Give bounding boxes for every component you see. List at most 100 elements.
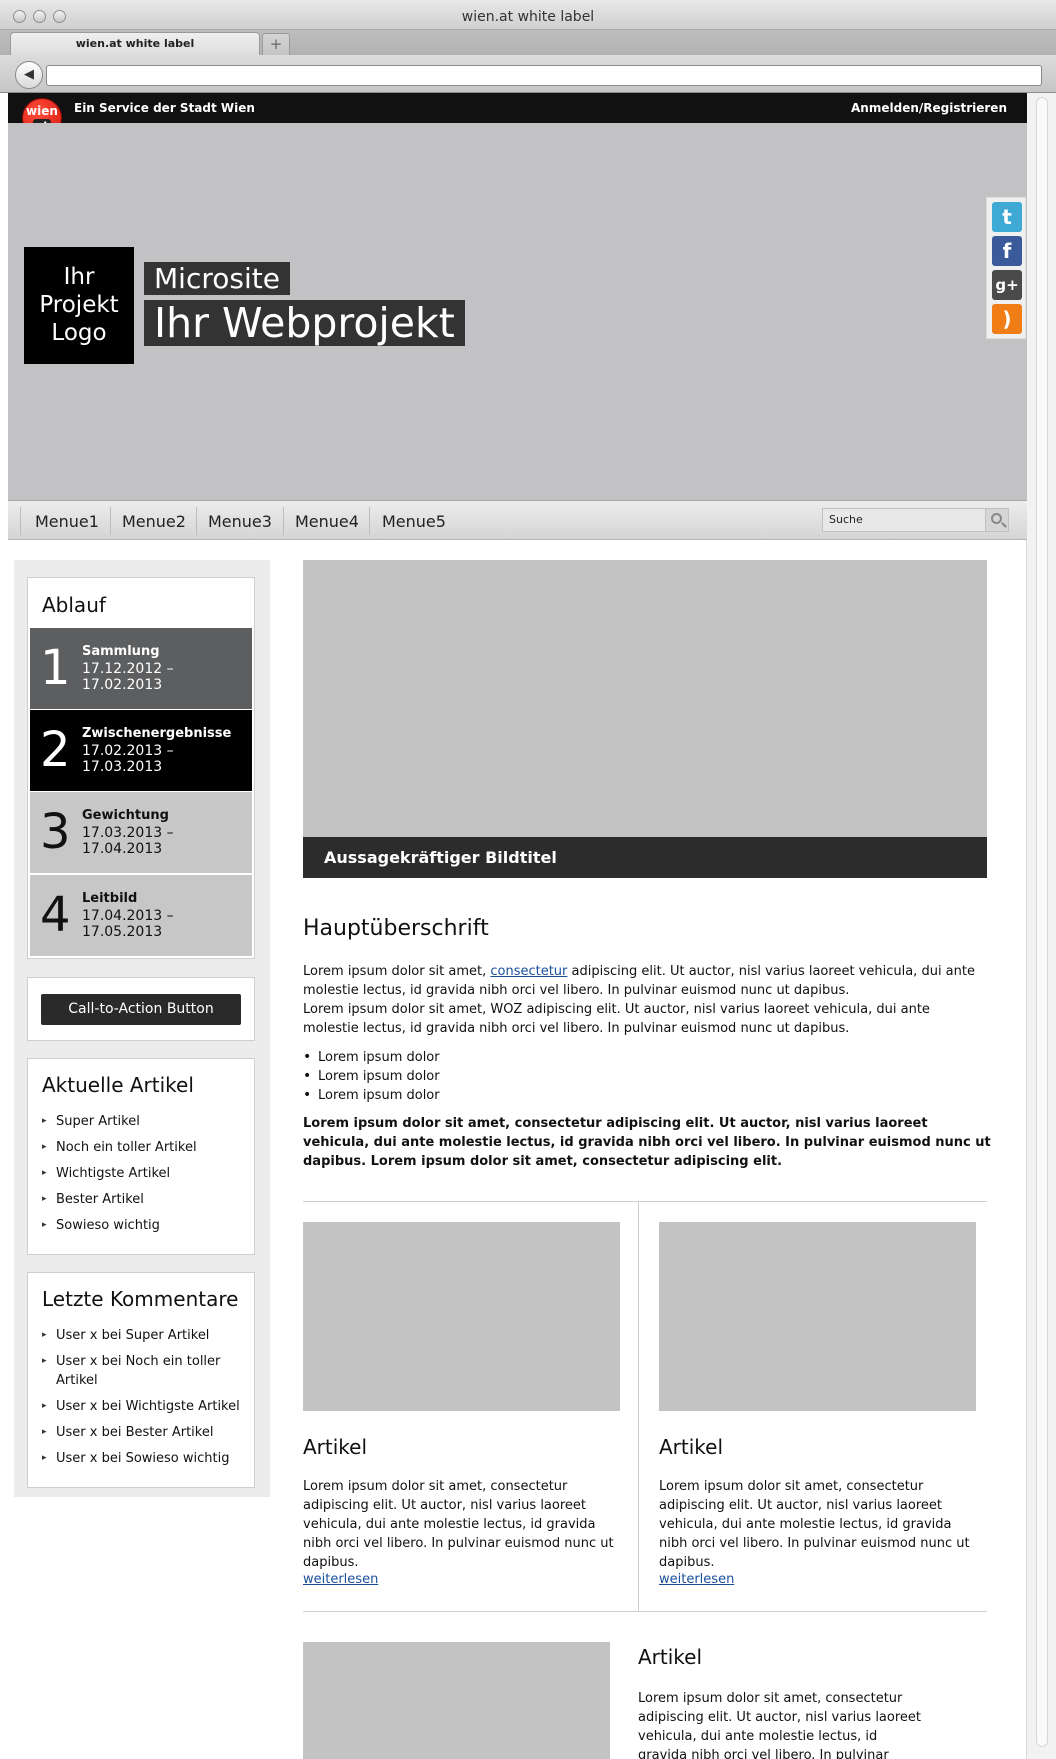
nav-item-menue2[interactable]: Menue2	[122, 512, 186, 531]
step-dates: 17.02.2013 – 17.03.2013	[82, 743, 174, 775]
nav-divider	[110, 507, 111, 535]
step-number: 2	[40, 722, 71, 778]
article-title: Artikel	[659, 1435, 724, 1459]
twitter-icon[interactable]: t	[992, 202, 1022, 232]
inline-link[interactable]: consectetur	[490, 964, 567, 979]
facebook-icon[interactable]: f	[992, 236, 1022, 266]
rss-icon[interactable]: )	[992, 304, 1022, 334]
step-dates: 17.12.2012 – 17.02.2013	[82, 661, 174, 693]
second-paragraph: Lorem ipsum dolor sit amet, WOZ adipisci…	[303, 1002, 930, 1036]
article-title: Artikel	[638, 1645, 703, 1669]
recent-comment-link[interactable]: User x bei Super Artikel	[42, 1326, 242, 1345]
window-title: wien.at white label	[461, 9, 595, 25]
recent-article-link[interactable]: Super Artikel	[42, 1112, 197, 1131]
search-button[interactable]	[985, 508, 1009, 532]
social-bar: t f g+ )	[986, 197, 1026, 339]
header-hero: Ihr Projekt Logo Microsite Ihr Webprojek…	[8, 123, 1027, 500]
site-title: Ihr Webprojekt	[144, 300, 465, 346]
divider	[303, 1611, 987, 1612]
article-image[interactable]	[303, 1222, 620, 1411]
recent-comments-list: User x bei Super Artikel User x bei Noch…	[42, 1326, 242, 1475]
nav-divider	[196, 507, 197, 535]
step-3[interactable]: 3 Gewichtung 17.03.2013 – 17.04.2013	[30, 792, 252, 873]
new-tab-button[interactable]: +	[262, 33, 290, 55]
nav-divider	[20, 507, 21, 535]
recent-article-link[interactable]: Bester Artikel	[42, 1190, 197, 1209]
recent-comment-link[interactable]: User x bei Sowieso wichtig	[42, 1449, 242, 1468]
search-icon-handle	[1001, 522, 1007, 528]
project-logo-line: Projekt	[39, 292, 119, 318]
project-logo-line: Ihr	[63, 264, 95, 290]
nav-item-menue4[interactable]: Menue4	[295, 512, 359, 531]
login-register-link[interactable]: Anmelden/Registrieren	[851, 101, 1007, 115]
article-image[interactable]	[303, 1642, 610, 1759]
step-number: 4	[40, 887, 71, 943]
hero-image[interactable]	[303, 560, 987, 878]
googleplus-icon[interactable]: g+	[992, 270, 1022, 300]
browser-toolbar: ◀	[0, 55, 1056, 93]
divider	[303, 1201, 987, 1202]
site-subtitle: Microsite	[144, 262, 290, 295]
step-dates: 17.04.2013 – 17.05.2013	[82, 908, 174, 940]
step-1[interactable]: 1 Sammlung 17.12.2012 – 17.02.2013	[30, 628, 252, 709]
nav-divider	[283, 507, 284, 535]
nav-divider	[369, 507, 370, 535]
recent-comments-title: Letzte Kommentare	[42, 1287, 239, 1311]
article-text: Lorem ipsum dolor sit amet, consectetur …	[638, 1691, 922, 1759]
recent-article-link[interactable]: Sowieso wichtig	[42, 1216, 197, 1235]
project-logo-line: Logo	[51, 320, 107, 346]
back-button[interactable]: ◀	[15, 61, 43, 89]
article-text: Lorem ipsum dolor sit amet, consectetur …	[659, 1479, 970, 1570]
recent-comment-link[interactable]: User x bei Wichtigste Artikel	[42, 1397, 242, 1416]
step-number: 1	[40, 640, 71, 696]
logo-text-wien: wien	[26, 104, 58, 118]
main-heading: Hauptüberschrift	[303, 916, 489, 941]
call-to-action-button[interactable]: Call-to-Action Button	[41, 994, 241, 1025]
project-logo[interactable]: Ihr Projekt Logo	[24, 247, 134, 364]
article-title: Artikel	[303, 1435, 368, 1459]
bullet-item: Lorem ipsum dolor	[303, 1048, 440, 1067]
recent-comment-link[interactable]: User x bei Noch ein toller Artikel	[42, 1352, 242, 1390]
step-label: Zwischenergebnisse	[82, 726, 232, 741]
step-label: Gewichtung	[82, 808, 169, 823]
search-input[interactable]: Suche	[822, 508, 995, 532]
read-more-link[interactable]: weiterlesen	[303, 1572, 378, 1587]
intro-text: Lorem ipsum dolor sit amet,	[303, 964, 491, 979]
recent-articles-box: Aktuelle Artikel Super Artikel Noch ein …	[27, 1058, 255, 1255]
bold-paragraph: Lorem ipsum dolor sit amet, consectetur …	[303, 1116, 991, 1169]
step-dates: 17.03.2013 – 17.04.2013	[82, 825, 174, 857]
recent-article-link[interactable]: Wichtigste Artikel	[42, 1164, 197, 1183]
recent-articles-list: Super Artikel Noch ein toller Artikel Wi…	[42, 1112, 197, 1242]
browser-tab[interactable]: wien.at white label	[10, 32, 260, 55]
article-text: Lorem ipsum dolor sit amet, consectetur …	[303, 1479, 614, 1570]
bullet-list: Lorem ipsum dolor Lorem ipsum dolor Lore…	[303, 1048, 440, 1105]
step-2[interactable]: 2 Zwischenergebnisse 17.02.2013 – 17.03.…	[30, 710, 252, 791]
intro-paragraph: Lorem ipsum dolor sit amet, consectetur …	[303, 962, 989, 1000]
recent-articles-title: Aktuelle Artikel	[42, 1073, 194, 1097]
bullet-item: Lorem ipsum dolor	[303, 1086, 440, 1105]
tab-bar: wien.at white label +	[0, 30, 1056, 55]
vertical-scrollbar[interactable]	[1026, 93, 1056, 1759]
nav-item-menue1[interactable]: Menue1	[35, 512, 99, 531]
window-titlebar: wien.at white label	[0, 0, 1056, 30]
article-image[interactable]	[659, 1222, 976, 1411]
recent-article-link[interactable]: Noch ein toller Artikel	[42, 1138, 197, 1157]
recent-comments-box: Letzte Kommentare User x bei Super Artik…	[27, 1272, 255, 1488]
address-bar[interactable]	[46, 65, 1042, 86]
ablauf-title: Ablauf	[42, 593, 106, 617]
read-more-link[interactable]: weiterlesen	[659, 1572, 734, 1587]
step-4[interactable]: 4 Leitbild 17.04.2013 – 17.05.2013	[30, 875, 252, 956]
main-nav: Menue1 Menue2 Menue3 Menue4 Menue5 Suche	[8, 500, 1027, 540]
step-label: Sammlung	[82, 644, 160, 659]
step-number: 3	[40, 804, 71, 860]
ablauf-box: Ablauf 1 Sammlung 17.12.2012 – 17.02.201…	[27, 577, 255, 959]
column-divider	[638, 1201, 639, 1611]
bullet-item: Lorem ipsum dolor	[303, 1067, 440, 1086]
image-caption: Aussagekräftiger Bildtitel	[303, 837, 987, 878]
nav-item-menue5[interactable]: Menue5	[382, 512, 446, 531]
step-label: Leitbild	[82, 891, 138, 906]
cta-box: Call-to-Action Button	[27, 977, 255, 1041]
nav-item-menue3[interactable]: Menue3	[208, 512, 272, 531]
recent-comment-link[interactable]: User x bei Bester Artikel	[42, 1423, 242, 1442]
scrollbar-thumb[interactable]	[1036, 97, 1048, 1747]
